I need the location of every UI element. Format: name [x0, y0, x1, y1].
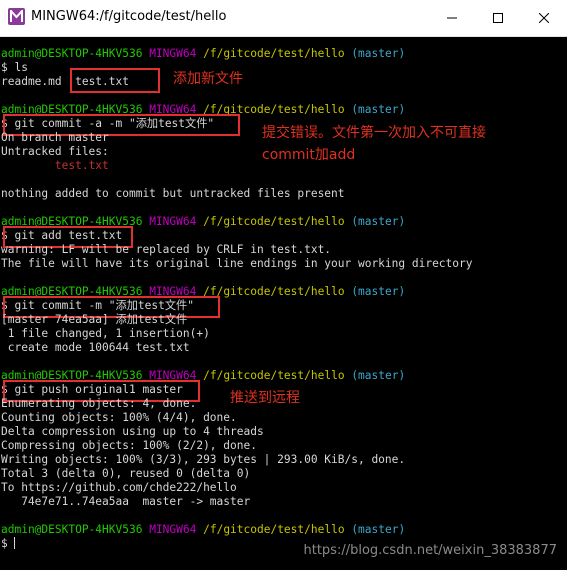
output-line: Untracked files:: [1, 145, 109, 158]
output-line: warning: LF will be replaced by CRLF in …: [1, 243, 332, 256]
output-line: [master 74ea5aa] 添加test文件: [1, 313, 188, 326]
output-line: On branch master: [1, 131, 109, 144]
close-icon: [539, 13, 549, 23]
output-line: Compressing objects: 100% (2/2), done.: [1, 439, 257, 452]
output-line: To https://github.com/chde222/hello: [1, 481, 237, 494]
maximize-icon: [493, 13, 503, 23]
output-line: nothing added to commit but untracked fi…: [1, 187, 345, 200]
annotation-push-remote: 推送到远程: [230, 390, 300, 406]
text-cursor: [14, 537, 16, 549]
output-line: Enumerating objects: 4, done.: [1, 397, 197, 410]
output-line: Total 3 (delta 0), reused 0 (delta 0): [1, 467, 251, 480]
annotation-commit-error-2: commit加add: [262, 147, 356, 163]
window-titlebar[interactable]: MINGW64:/f/gitcode/test/hello: [0, 0, 567, 37]
annotation-add-new-file: 添加新文件: [173, 71, 243, 87]
minimize-button[interactable]: [429, 0, 475, 36]
output-line: create mode 100644 test.txt: [1, 341, 190, 354]
output-line: Writing objects: 100% (3/3), 293 bytes |…: [1, 453, 406, 466]
command-line: $ ls: [1, 61, 28, 74]
output-line: Delta compression using up to 4 threads: [1, 425, 264, 438]
watermark: https://blog.csdn.net/weixin_38383877: [303, 543, 557, 558]
maximize-button[interactable]: [475, 0, 521, 36]
minimize-icon: [447, 17, 457, 19]
command-input-line[interactable]: $: [1, 537, 16, 551]
output-line: The file will have its original line end…: [1, 257, 473, 270]
window-title: MINGW64:/f/gitcode/test/hello: [31, 9, 227, 24]
prompt-line: admin@DESKTOP-4HKV536 MINGW64 /f/gitcode…: [1, 523, 406, 536]
annotation-commit-error: 提交错误。文件第一次加入不可直接: [262, 125, 486, 141]
highlight-box: [70, 68, 160, 93]
output-line: 74e7e71..74ea5aa master -> master: [1, 495, 251, 508]
output-line: Counting objects: 100% (4/4), done.: [1, 411, 237, 424]
mingw-logo-icon: [8, 8, 25, 25]
output-line-untracked: test.txt: [54, 159, 109, 172]
terminal-output[interactable]: admin@DESKTOP-4HKV536 MINGW64 /f/gitcode…: [0, 37, 567, 570]
prompt-line: admin@DESKTOP-4HKV536 MINGW64 /f/gitcode…: [1, 47, 406, 60]
output-line: 1 file changed, 1 insertion(+): [1, 327, 210, 340]
close-button[interactable]: [521, 0, 567, 36]
